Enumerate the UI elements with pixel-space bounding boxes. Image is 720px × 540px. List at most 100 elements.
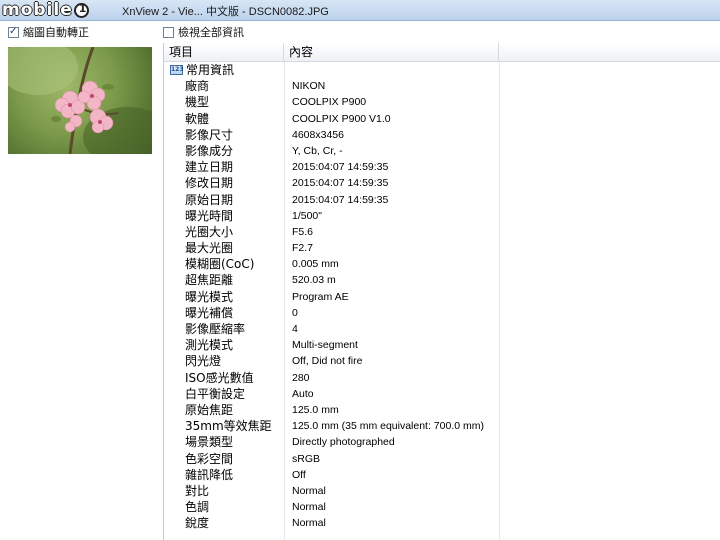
row-value: sRGB bbox=[292, 452, 321, 465]
row-value: 4 bbox=[292, 323, 298, 335]
auto-rotate-option[interactable]: 縮圖自動轉正 bbox=[8, 24, 89, 40]
table-row[interactable]: 閃光燈 Off, Did not fire bbox=[164, 353, 720, 369]
table-row[interactable]: 廠商 NIKON bbox=[164, 78, 720, 94]
auto-rotate-label: 縮圖自動轉正 bbox=[23, 26, 89, 39]
row-value: 2015:04:07 14:59:35 bbox=[292, 177, 389, 190]
table-row[interactable]: 模糊圈(CoC) 0.005 mm bbox=[164, 256, 720, 272]
row-value: Off, Did not fire bbox=[292, 355, 363, 368]
table-row[interactable]: ISO感光數值 280 bbox=[164, 370, 720, 386]
row-key: 最大光圈 bbox=[185, 241, 234, 256]
table-row[interactable]: 原始日期 2015:04:07 14:59:35 bbox=[164, 192, 720, 208]
row-value: Normal bbox=[292, 484, 326, 497]
table-row[interactable]: 機型 COOLPIX P900 bbox=[164, 94, 720, 110]
row-value: 2015:04:07 14:59:35 bbox=[292, 161, 389, 174]
info-group-icon: 123 bbox=[170, 65, 184, 75]
row-value: 0 bbox=[292, 306, 298, 319]
row-value: Off bbox=[292, 468, 306, 481]
row-value: 520.03 m bbox=[292, 274, 336, 287]
auto-rotate-checkbox[interactable] bbox=[8, 26, 19, 38]
table-row[interactable]: 軟體 COOLPIX P900 V1.0 bbox=[164, 111, 720, 127]
table-row[interactable]: 35mm等效焦距 125.0 mm (35 mm equivalent: 700.… bbox=[164, 418, 720, 434]
table-row[interactable]: 對比 Normal bbox=[164, 483, 720, 499]
row-key: 閃光燈 bbox=[185, 354, 222, 369]
table-row[interactable]: 曝光時間 1/500" bbox=[164, 208, 720, 224]
row-value: 125.0 mm bbox=[292, 403, 339, 416]
mobile01-logo: mobile bbox=[2, 0, 90, 20]
row-value: F5.6 bbox=[292, 225, 314, 238]
row-key: 影像尺寸 bbox=[185, 127, 234, 142]
row-value: Y, Cb, Cr, - bbox=[292, 144, 343, 157]
table-row[interactable]: 超焦距離 520.03 m bbox=[164, 272, 720, 288]
table-row[interactable]: 曝光模式 Program AE bbox=[164, 289, 720, 305]
row-key: 雜訊降低 bbox=[185, 467, 234, 482]
table-row[interactable]: 最大光圈 F2.7 bbox=[164, 240, 720, 256]
table-row[interactable]: 影像成分 Y, Cb, Cr, - bbox=[164, 143, 720, 159]
column-header-item[interactable]: 項目 bbox=[164, 43, 284, 61]
row-key: 曝光模式 bbox=[185, 289, 234, 304]
cherry-blossom-image bbox=[8, 47, 152, 154]
column-header-extra[interactable] bbox=[499, 43, 720, 61]
row-key: 銳度 bbox=[185, 516, 210, 531]
row-key: 廠商 bbox=[185, 79, 210, 94]
row-value: COOLPIX P900 V1.0 bbox=[292, 112, 391, 125]
row-key: 機型 bbox=[185, 95, 210, 110]
row-key: 建立日期 bbox=[185, 160, 234, 175]
table-row[interactable]: 曝光補償 0 bbox=[164, 305, 720, 321]
column-header-content[interactable]: 內容 bbox=[284, 43, 499, 61]
row-value: COOLPIX P900 bbox=[292, 96, 367, 109]
row-value: NIKON bbox=[292, 80, 326, 93]
table-row[interactable]: 影像壓縮率 4 bbox=[164, 321, 720, 337]
row-key: 色彩空間 bbox=[185, 451, 234, 466]
show-all-label: 檢視全部資訊 bbox=[178, 26, 244, 39]
row-key: 軟體 bbox=[185, 111, 210, 126]
table-row[interactable]: 測光模式 Multi-segment bbox=[164, 337, 720, 353]
preview-pane bbox=[0, 42, 160, 540]
table-row[interactable]: 原始焦距 125.0 mm bbox=[164, 402, 720, 418]
row-value: 0.005 mm bbox=[292, 258, 339, 271]
show-all-option[interactable]: 檢視全部資訊 bbox=[163, 24, 244, 40]
photo-thumbnail[interactable] bbox=[8, 47, 152, 154]
row-key: 影像壓縮率 bbox=[185, 322, 246, 336]
table-row[interactable]: 銳度 Normal bbox=[164, 515, 720, 531]
row-key: 原始焦距 bbox=[185, 402, 234, 417]
row-key: 場景類型 bbox=[185, 435, 234, 450]
table-row[interactable]: 修改日期 2015:04:07 14:59:35 bbox=[164, 175, 720, 191]
row-key: 原始日期 bbox=[185, 192, 234, 207]
row-value: 280 bbox=[292, 371, 310, 384]
row-value: Directly photographed bbox=[292, 436, 395, 449]
table-row[interactable]: 場景類型 Directly photographed bbox=[164, 434, 720, 450]
table-row[interactable]: 色調 Normal bbox=[164, 499, 720, 515]
row-key: 模糊圈(CoC) bbox=[185, 257, 255, 272]
row-key: 曝光時間 bbox=[185, 208, 234, 223]
table-header: 項目 內容 bbox=[164, 43, 720, 62]
row-value: Multi-segment bbox=[292, 339, 358, 352]
row-key: 修改日期 bbox=[185, 176, 234, 191]
table-row[interactable]: 建立日期 2015:04:07 14:59:35 bbox=[164, 159, 720, 175]
row-value: Normal bbox=[292, 517, 326, 530]
row-value: Program AE bbox=[292, 290, 349, 303]
table-row[interactable]: 光圈大小 F5.6 bbox=[164, 224, 720, 240]
table-row[interactable]: 影像尺寸 4608x3456 bbox=[164, 127, 720, 143]
title-bar: mobile XnView 2 - Vie... 中文版 - DSCN0082.… bbox=[0, 0, 720, 21]
row-key: 曝光補償 bbox=[185, 305, 234, 320]
table-row[interactable]: 白平衡設定 Auto bbox=[164, 386, 720, 402]
table-row[interactable]: 雜訊降低 Off bbox=[164, 467, 720, 483]
row-key: ISO感光數值 bbox=[185, 370, 254, 385]
group-label: 常用資訊 bbox=[186, 63, 235, 77]
row-value: 2015:04:07 14:59:35 bbox=[292, 193, 389, 206]
row-value: Normal bbox=[292, 501, 326, 514]
row-key: 超焦距離 bbox=[185, 273, 234, 288]
row-key: 測光模式 bbox=[185, 338, 234, 353]
row-key: 對比 bbox=[185, 483, 210, 498]
exif-info-table[interactable]: 項目 內容 123 常用資訊 廠商 NIKON 機型 COOLPIX P900 軟體 CO… bbox=[163, 43, 720, 540]
group-row-general[interactable]: 123 常用資訊 bbox=[164, 62, 720, 78]
row-key: 光圈大小 bbox=[185, 224, 234, 239]
row-key: 35mm等效焦距 bbox=[185, 419, 272, 434]
table-row[interactable]: 色彩空間 sRGB bbox=[164, 451, 720, 467]
row-value: 1/500" bbox=[292, 209, 323, 222]
row-value: F2.7 bbox=[292, 242, 314, 255]
window-title: XnView 2 - Vie... 中文版 - DSCN0082.JPG bbox=[122, 6, 329, 18]
show-all-checkbox[interactable] bbox=[163, 26, 174, 38]
row-value: 125.0 mm (35 mm equivalent: 700.0 mm) bbox=[292, 420, 484, 433]
table-body: 123 常用資訊 廠商 NIKON 機型 COOLPIX P900 軟體 COOLPIX … bbox=[164, 62, 720, 531]
